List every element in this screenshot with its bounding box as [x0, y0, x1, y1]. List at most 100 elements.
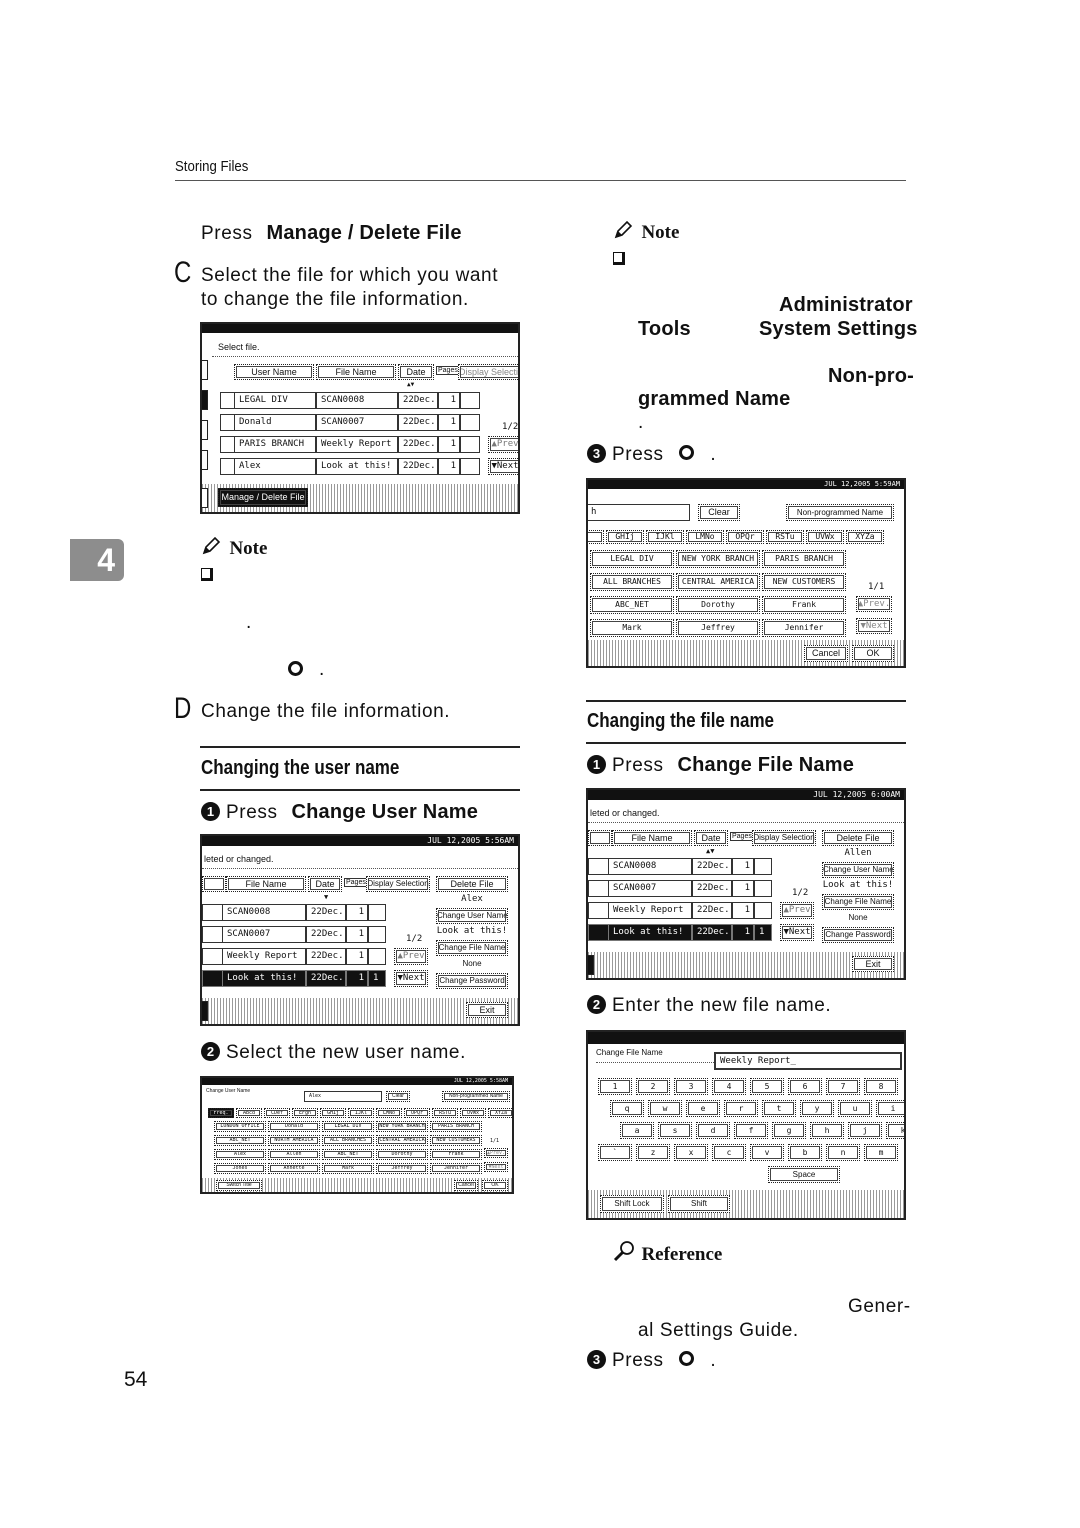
side-tab[interactable]: [202, 390, 208, 410]
user-name-key[interactable]: ABC_NET: [590, 596, 674, 614]
user-name-key[interactable]: Alex: [214, 1149, 266, 1160]
user-name-key[interactable]: Allen: [268, 1149, 320, 1160]
user-name-key[interactable]: ABC_NET: [214, 1135, 266, 1146]
user-name-key[interactable]: LEGAL DIV: [322, 1121, 374, 1132]
prev-button[interactable]: ▲Prev.: [856, 596, 892, 612]
prev-button[interactable]: ▲Prev.: [484, 1148, 508, 1158]
clear-button[interactable]: Clear: [698, 504, 740, 521]
sort-user-name-button[interactable]: User Name: [234, 364, 314, 380]
user-name-key[interactable]: NEW YORK BRANCH: [676, 550, 760, 568]
keyboard-key[interactable]: c: [712, 1144, 746, 1161]
delete-file-button[interactable]: Delete File: [436, 876, 508, 892]
display-selection-button[interactable]: Display Selection: [458, 364, 518, 380]
user-name-key[interactable]: Frank: [762, 596, 846, 614]
letter-tab[interactable]: LMNo: [376, 1108, 402, 1118]
keyboard-key[interactable]: n: [826, 1144, 860, 1161]
user-name-key[interactable]: Donald: [268, 1121, 320, 1132]
letter-tab[interactable]: XYZa: [846, 530, 884, 544]
user-name-key[interactable]: Frank: [430, 1149, 482, 1160]
keyboard-key[interactable]: q: [610, 1100, 644, 1117]
next-button[interactable]: ▼Next: [394, 970, 428, 987]
shift-key[interactable]: Shift: [668, 1195, 730, 1213]
user-name-key[interactable]: NEW YORK BRANCH: [376, 1121, 428, 1132]
sort-date-button[interactable]: Date: [308, 876, 342, 892]
letter-tab[interactable]: RSTu: [432, 1108, 458, 1118]
keyboard-key[interactable]: t: [762, 1100, 796, 1117]
user-name-key[interactable]: CENTRAL AMERICA: [676, 573, 760, 591]
next-button[interactable]: ▼Next: [484, 1162, 508, 1172]
keyboard-key[interactable]: u: [838, 1100, 872, 1117]
change-password-button[interactable]: Change Password: [822, 927, 894, 943]
next-button[interactable]: ▼Next: [488, 458, 518, 475]
next-button[interactable]: ▼Next: [780, 924, 814, 941]
letter-tab[interactable]: RSTu: [766, 530, 804, 544]
keyboard-key[interactable]: 5: [750, 1078, 784, 1095]
keyboard-key[interactable]: a: [620, 1122, 654, 1139]
user-name-key[interactable]: ALL BRANCHES: [590, 573, 674, 591]
user-name-key[interactable]: Dorothy: [676, 596, 760, 614]
letter-tab[interactable]: Freq.: [208, 1108, 234, 1118]
keyboard-key[interactable]: j: [848, 1122, 882, 1139]
keyboard-key[interactable]: z: [636, 1144, 670, 1161]
keyboard-key[interactable]: i: [876, 1100, 904, 1117]
keyboard-key[interactable]: e: [686, 1100, 720, 1117]
change-user-name-button[interactable]: Change User Name: [436, 908, 508, 924]
side-tab[interactable]: [202, 420, 208, 440]
exit-button[interactable]: Exit: [852, 956, 894, 972]
user-name-key[interactable]: PARIS BRANCH: [430, 1121, 482, 1132]
change-file-name-button[interactable]: Change File Name: [436, 940, 508, 956]
keyboard-key[interactable]: 7: [826, 1078, 860, 1095]
sort-file-name-button[interactable]: File Name: [226, 876, 306, 892]
change-user-name-button[interactable]: Change User Name: [822, 862, 894, 878]
sort-date-button[interactable]: Date: [398, 364, 434, 380]
user-name-key[interactable]: Dorothy: [376, 1149, 428, 1160]
letter-tab[interactable]: CDef: [264, 1108, 290, 1118]
user-name-key[interactable]: ALL BRANCHES: [322, 1135, 374, 1146]
sort-user-name-button[interactable]: [588, 830, 612, 846]
user-name-key[interactable]: LONDON OFFICE: [214, 1121, 266, 1132]
non-programmed-name-button[interactable]: Non-programmed Name: [786, 504, 894, 521]
user-name-key[interactable]: Mark: [590, 619, 674, 637]
keyboard-key[interactable]: x: [674, 1144, 708, 1161]
user-name-key[interactable]: CENTRAL AMERICA: [376, 1135, 428, 1146]
user-name-key[interactable]: Jennifer: [762, 619, 846, 637]
prev-button[interactable]: ▲Prev: [780, 902, 814, 919]
user-name-key[interactable]: LEGAL DIV: [590, 550, 674, 568]
keyboard-key[interactable]: 1: [598, 1078, 632, 1095]
letter-tab[interactable]: IJKl: [348, 1108, 374, 1118]
user-name-key[interactable]: ABC_NET: [322, 1149, 374, 1160]
sort-file-name-button[interactable]: File Name: [612, 830, 692, 846]
letter-tab[interactable]: OPQr: [404, 1108, 430, 1118]
letter-tab[interactable]: UVWx: [460, 1108, 486, 1118]
user-name-key[interactable]: NEW CUSTOMERS: [430, 1135, 482, 1146]
user-name-key[interactable]: Jeffrey: [376, 1163, 428, 1174]
keyboard-key[interactable]: g: [772, 1122, 806, 1139]
change-file-name-button[interactable]: Change File Name: [822, 894, 894, 910]
letter-tab[interactable]: UVWx: [806, 530, 844, 544]
delete-file-button[interactable]: Delete File: [822, 830, 894, 846]
user-name-key[interactable]: Jennifer: [430, 1163, 482, 1174]
keyboard-key[interactable]: 3: [674, 1078, 708, 1095]
cancel-button[interactable]: Cancel: [804, 645, 848, 662]
sort-date-button[interactable]: Date: [694, 830, 728, 846]
keyboard-key[interactable]: w: [648, 1100, 682, 1117]
ok-button[interactable]: OK: [482, 1180, 508, 1191]
user-name-key[interactable]: Jeffrey: [676, 619, 760, 637]
letter-tab[interactable]: GHIj: [320, 1108, 346, 1118]
user-name-input[interactable]: Alex: [304, 1091, 382, 1102]
letter-tab[interactable]: XYZa: [488, 1108, 512, 1118]
user-name-key[interactable]: Mark: [322, 1163, 374, 1174]
keyboard-key[interactable]: r: [724, 1100, 758, 1117]
letter-tab[interactable]: IJKl: [646, 530, 684, 544]
prev-button[interactable]: ▲Prev: [394, 948, 428, 965]
sort-file-name-button[interactable]: File Name: [316, 364, 396, 380]
keyboard-key[interactable]: h: [810, 1122, 844, 1139]
manage-delete-file-button[interactable]: Manage / Delete File: [218, 488, 308, 507]
exit-button[interactable]: Exit: [466, 1002, 508, 1018]
sort-user-name-button[interactable]: [202, 876, 226, 892]
display-selection-button[interactable]: Display Selection: [752, 830, 816, 846]
cancel-button[interactable]: Cancel: [454, 1180, 478, 1191]
user-name-key[interactable]: Jones: [214, 1163, 266, 1174]
keyboard-key[interactable]: f: [734, 1122, 768, 1139]
user-name-key[interactable]: NEW CUSTOMERS: [762, 573, 846, 591]
